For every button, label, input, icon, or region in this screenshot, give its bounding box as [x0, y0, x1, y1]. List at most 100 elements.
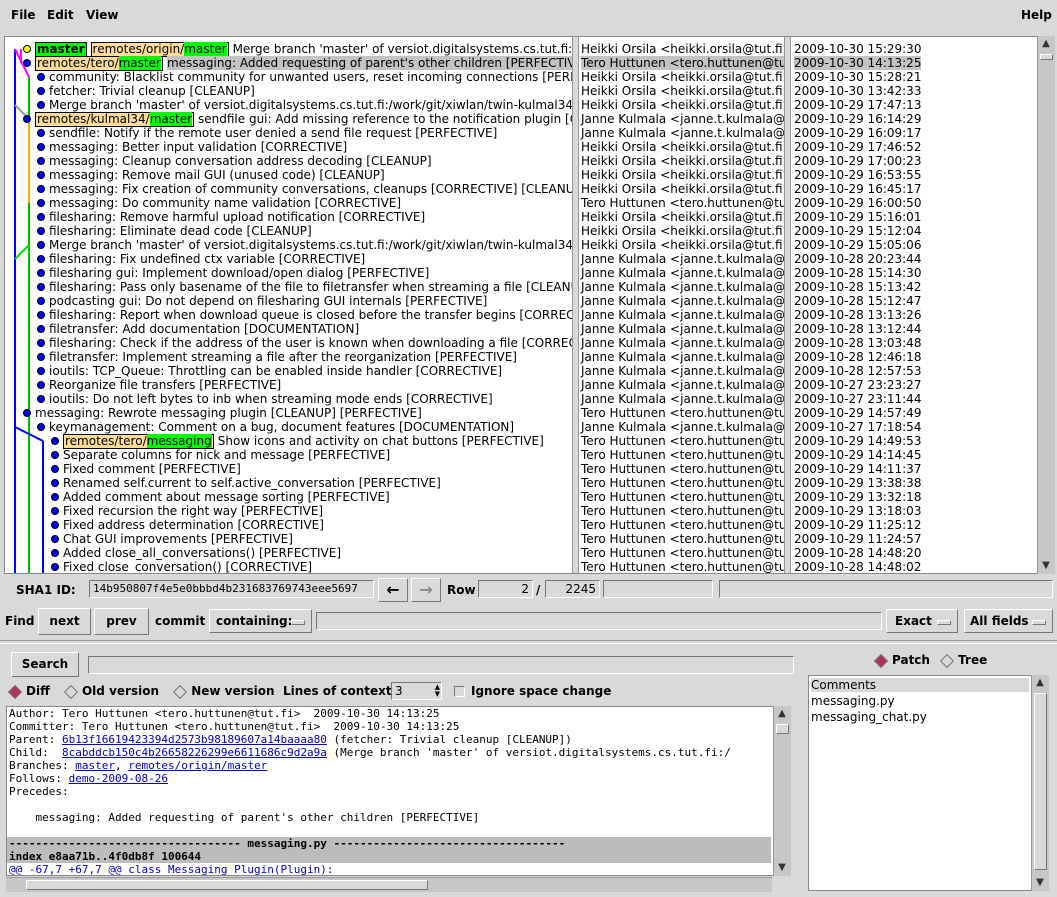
commit-node-icon[interactable] [51, 549, 59, 557]
commit-node-icon[interactable] [37, 241, 45, 249]
commit-date[interactable]: 2009-10-29 15:16:01 [794, 210, 921, 224]
scroll-up-icon[interactable]: ▲ [1039, 37, 1053, 51]
commit-date[interactable]: 2009-10-30 15:28:21 [794, 70, 921, 84]
ref-label[interactable]: remotes/tero/messaging [63, 434, 214, 449]
file-list-item[interactable]: messaging.py [811, 694, 895, 708]
commit-node-icon[interactable] [51, 451, 59, 459]
sha1-field[interactable]: 14b950807f4e5e0bbbd4b231683769743eee5697 [89, 580, 374, 598]
commit-date[interactable]: 2009-10-29 11:25:12 [794, 518, 921, 532]
commit-author[interactable]: Tero Huttunen <tero.huttunen@tut.fi> [581, 196, 784, 210]
commit-row[interactable]: Fixed recursion the right way [PERFECTIV… [63, 504, 323, 518]
commit-date[interactable]: 2009-10-28 12:46:18 [794, 350, 921, 364]
commit-row[interactable]: Added close_all_conversations() [PERFECT… [63, 546, 341, 560]
branch-link[interactable]: remotes/origin/master [128, 759, 267, 772]
commit-row[interactable]: filesharing: Report when download queue … [49, 308, 572, 322]
commit-date[interactable]: 2009-10-28 15:12:47 [794, 294, 921, 308]
menu-view[interactable]: View [86, 8, 118, 22]
commit-node-icon[interactable] [51, 493, 59, 501]
diff-scrollbar[interactable]: ▲ ▼ [773, 706, 791, 876]
commit-node-icon[interactable] [51, 507, 59, 515]
commit-date[interactable]: 2009-10-28 13:03:48 [794, 336, 921, 350]
follows-link[interactable]: demo-2009-08-26 [69, 772, 168, 785]
old-version-radio[interactable]: Old version [63, 684, 159, 699]
commit-author[interactable]: Janne Kulmala <janne.t.kulmala@tut. [581, 294, 784, 308]
back-arrow-icon[interactable]: ← [378, 578, 408, 602]
commit-date[interactable]: 2009-10-30 15:29:30 [794, 42, 921, 56]
find-type-dropdown[interactable]: containing: [209, 609, 312, 633]
commit-row[interactable]: Separate columns for nick and message [P… [63, 448, 390, 462]
commit-date[interactable]: 2009-10-28 14:48:02 [794, 560, 921, 573]
file-list[interactable]: Comments messaging.py messaging_chat.py [808, 675, 1032, 891]
ref-label[interactable]: master [35, 42, 87, 57]
commit-date[interactable]: 2009-10-27 17:18:54 [794, 420, 921, 434]
commit-node-icon[interactable] [37, 143, 45, 151]
commit-date[interactable]: 2009-10-29 13:18:03 [794, 504, 921, 518]
commit-row[interactable]: sendfile: Notify if the remote user deni… [49, 126, 497, 140]
find-prev-button[interactable]: prev [94, 608, 149, 635]
commit-row[interactable]: Merge branch 'master' of versiot.digital… [49, 238, 572, 252]
commit-date[interactable]: 2009-10-28 20:23:44 [794, 252, 921, 266]
commit-date[interactable]: 2009-10-28 13:13:26 [794, 308, 921, 322]
commit-node-icon[interactable] [37, 227, 45, 235]
commit-author[interactable]: Tero Huttunen <tero.huttunen@tut.fi> [581, 462, 784, 476]
commit-author[interactable]: Tero Huttunen <tero.huttunen@tut.fi> [581, 504, 784, 518]
commit-date[interactable]: 2009-10-29 16:00:50 [794, 196, 921, 210]
commit-row[interactable]: filesharing: Remove harmful upload notif… [49, 210, 425, 224]
commit-author[interactable]: Janne Kulmala <janne.t.kulmala@tut. [581, 350, 784, 364]
pane-separator[interactable] [572, 37, 579, 573]
commit-node-icon[interactable] [23, 409, 31, 417]
ref-label[interactable]: remotes/origin/master [90, 42, 229, 57]
commit-author[interactable]: Janne Kulmala <janne.t.kulmala@tut. [581, 420, 784, 434]
commit-author[interactable]: Janne Kulmala <janne.t.kulmala@tut. [581, 266, 784, 280]
commit-date[interactable]: 2009-10-30 14:13:25 [794, 56, 922, 70]
forward-arrow-icon[interactable]: → [411, 578, 441, 602]
menu-help[interactable]: Help [1021, 8, 1052, 22]
commit-date[interactable]: 2009-10-28 13:12:44 [794, 322, 921, 336]
commit-date[interactable]: 2009-10-29 14:11:37 [794, 462, 921, 476]
file-list-item[interactable]: messaging_chat.py [811, 710, 927, 724]
commit-author[interactable]: Janne Kulmala <janne.t.kulmala@tut. [581, 364, 784, 378]
commit-date[interactable]: 2009-10-29 16:14:29 [794, 112, 921, 126]
commit-author[interactable]: Janne Kulmala <janne.t.kulmala@tut. [581, 378, 784, 392]
author-pane[interactable]: Heikki Orsila <heikki.orsila@tut.fi> Tero… [579, 37, 784, 573]
commit-date[interactable]: 2009-10-29 17:00:23 [794, 154, 921, 168]
commit-node-icon[interactable] [23, 115, 31, 123]
commit-row[interactable]: community: Blacklist community for unwan… [49, 70, 572, 84]
menu-edit[interactable]: Edit [47, 8, 74, 22]
commit-date[interactable]: 2009-10-29 16:09:17 [794, 126, 921, 140]
commit-row[interactable]: keymanagement: Comment on a bug, documen… [49, 420, 514, 434]
commit-date[interactable]: 2009-10-28 14:48:20 [794, 546, 921, 560]
commit-node-icon[interactable] [37, 311, 45, 319]
commit-author[interactable]: Tero Huttunen <tero.huttunen@tut.fi> [581, 56, 784, 70]
commit-row[interactable]: master remotes/origin/master Merge branch … [35, 42, 572, 57]
commit-node-icon[interactable] [37, 367, 45, 375]
commit-author[interactable]: Heikki Orsila <heikki.orsila@tut.fi> [581, 84, 784, 98]
commit-row[interactable]: filesharing: Pass only basename of the f… [49, 280, 572, 294]
commit-row[interactable]: podcasting gui: Do not depend on filesha… [49, 294, 487, 308]
commit-date[interactable]: 2009-10-30 13:42:33 [794, 84, 921, 98]
commit-node-icon[interactable] [37, 73, 45, 81]
commit-date[interactable]: 2009-10-29 17:47:13 [794, 98, 921, 112]
commit-row[interactable]: filesharing: Check if the address of the… [49, 336, 572, 350]
parent-link[interactable]: 6b13f16619423394d2573b98189607a14baaaa80 [62, 733, 327, 746]
commit-row[interactable]: ioutils: Do not left bytes to inb when s… [49, 392, 493, 406]
context-spinbox[interactable]: 3 ▲ ▼ [391, 682, 442, 700]
commit-row[interactable]: filesharing gui: Implement download/open… [49, 266, 429, 280]
commit-row[interactable]: messaging: Rewrote messaging plugin [CLE… [35, 406, 422, 420]
commit-date[interactable]: 2009-10-29 16:53:55 [794, 168, 921, 182]
commit-node-icon[interactable] [37, 283, 45, 291]
commit-row[interactable]: remotes/kulmal34/master sendfile gui: Add… [35, 112, 572, 127]
find-input[interactable] [316, 612, 882, 630]
scroll-down-icon[interactable]: ▼ [1033, 876, 1047, 890]
commit-author[interactable]: Heikki Orsila <heikki.orsila@tut.fi> [581, 70, 784, 84]
commit-author[interactable]: Janne Kulmala <janne.t.kulmala@tut. [581, 308, 784, 322]
search-button[interactable]: Search [11, 652, 79, 677]
commit-row[interactable]: Merge branch 'master' of versiot.digital… [49, 98, 572, 112]
child-link[interactable]: 8cabddcb150c4b26658226299e6611686c9d2a9a [62, 746, 327, 759]
commit-date[interactable]: 2009-10-27 23:23:27 [794, 378, 921, 392]
commit-author[interactable]: Heikki Orsila <heikki.orsila@tut.fi> [581, 238, 784, 252]
commit-author[interactable]: Janne Kulmala <janne.t.kulmala@tut. [581, 336, 784, 350]
commit-node-icon[interactable] [37, 185, 45, 193]
commit-date[interactable]: 2009-10-29 14:14:45 [794, 448, 921, 462]
diff-pane[interactable]: Author: Tero Huttunen <tero.huttunen@tut… [6, 706, 774, 876]
